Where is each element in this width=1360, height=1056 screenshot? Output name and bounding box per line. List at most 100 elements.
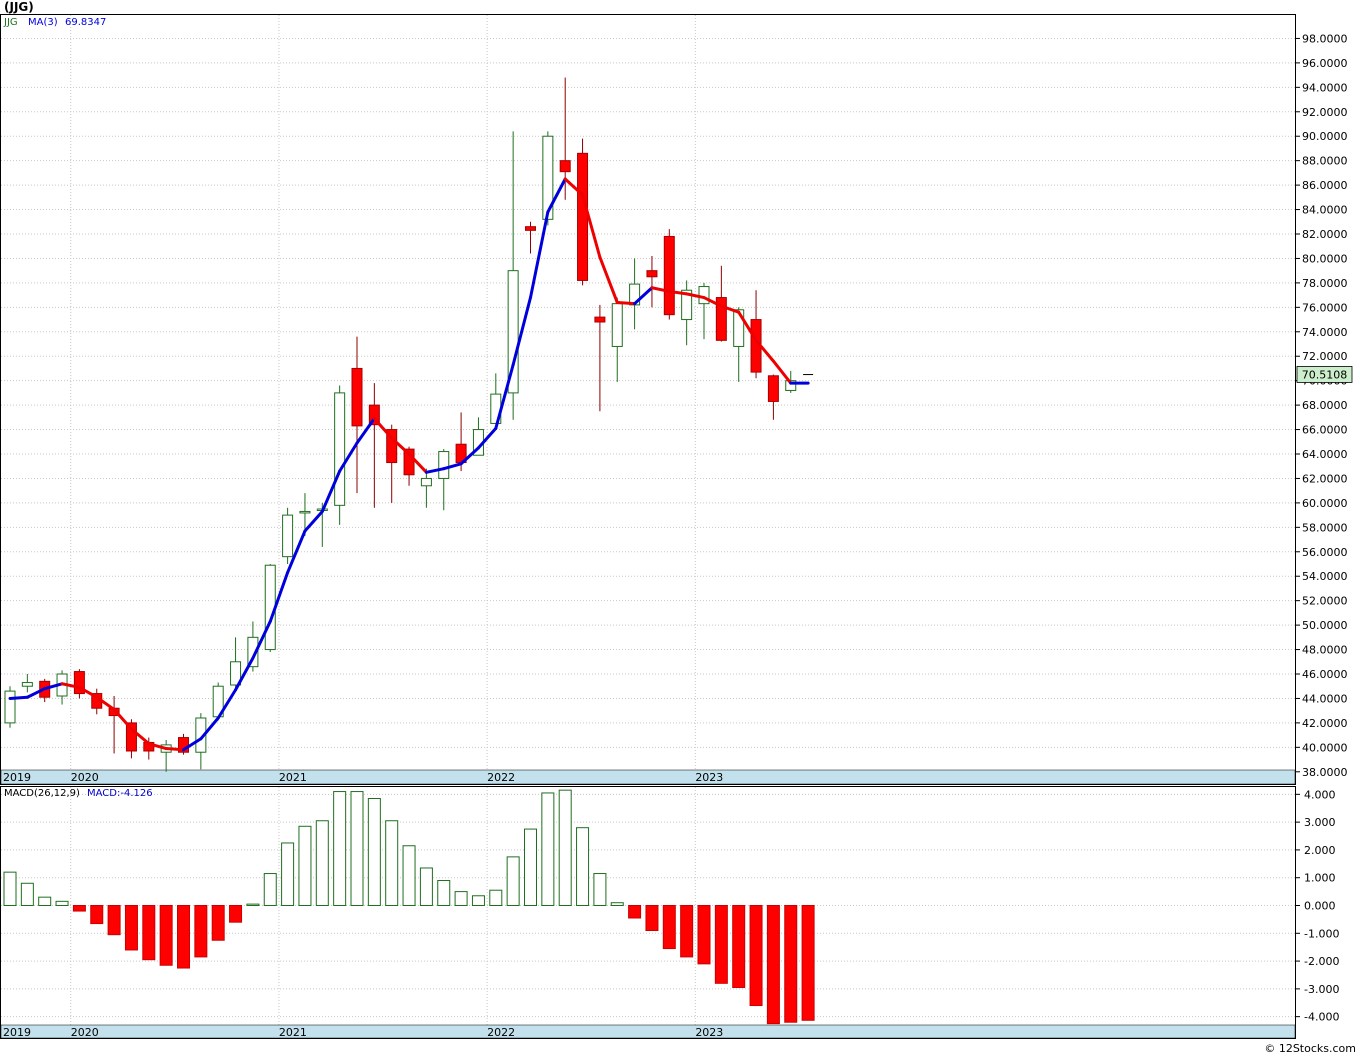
last-price-label: 70.5108	[1302, 368, 1348, 381]
legend-symbol: JJG	[3, 17, 18, 28]
price-tick-label: 88.0000	[1302, 155, 1348, 168]
macd-bar	[55, 900, 69, 907]
macd-bar	[593, 873, 607, 907]
price-year-label: 2020	[71, 771, 99, 784]
macd-bar	[697, 905, 711, 965]
macd-bar	[749, 905, 763, 1007]
macd-bar	[211, 905, 225, 941]
price-tick-label: 50.0000	[1302, 619, 1348, 632]
macd-bar	[541, 792, 555, 907]
price-tick-label: 38.0000	[1302, 766, 1348, 779]
candle-body	[4, 690, 16, 724]
macd-bar	[385, 820, 399, 906]
price-tick-label: 96.0000	[1302, 57, 1348, 70]
macd-bar	[732, 905, 746, 988]
ma-segment	[615, 300, 637, 306]
macd-bar	[20, 882, 34, 907]
candle-body	[420, 477, 432, 487]
macd-bar	[454, 891, 468, 907]
price-tick-label: 68.0000	[1302, 399, 1348, 412]
macd-bar	[124, 905, 138, 951]
macd-bar	[558, 789, 572, 906]
candle-body	[663, 235, 675, 316]
price-date-band	[0, 769, 1296, 785]
macd-bar	[784, 905, 798, 1023]
macd-year-label: 2022	[487, 1026, 515, 1039]
price-year-label: 2022	[487, 771, 515, 784]
macd-bar	[714, 905, 728, 984]
price-tick-label: 74.0000	[1302, 326, 1348, 339]
macd-bar	[402, 845, 416, 906]
candle-body	[767, 375, 779, 402]
macd-bar	[471, 895, 485, 906]
macd-tick-label: 0.000	[1304, 900, 1336, 913]
macd-bar	[229, 905, 243, 923]
candle-body	[559, 160, 571, 173]
macd-bar	[419, 867, 433, 906]
macd-bar	[142, 905, 156, 961]
macd-bar	[281, 842, 295, 907]
macd-bar	[680, 905, 694, 958]
macd-panel: 4.000 3.000 2.000 1.000 0.000 -1.000 -2.000 -3.…	[0, 786, 1339, 1039]
candle-body	[594, 316, 606, 323]
candle-body	[698, 286, 710, 305]
macd-date-band	[0, 1024, 1296, 1039]
price-tick-label: 44.0000	[1302, 692, 1348, 705]
macd-tick-label: 1.000	[1304, 872, 1336, 885]
price-tick-label: 52.0000	[1302, 595, 1348, 608]
price-panel: 38.0000 40.0000 42.0000 44.0000 46.0000 48.00…	[0, 14, 1353, 785]
macd-year-label: 2020	[71, 1026, 99, 1039]
macd-bar	[524, 828, 537, 906]
macd-bar	[628, 905, 642, 919]
candle-body	[525, 226, 536, 231]
price-tick-label: 72.0000	[1302, 350, 1348, 363]
candle	[4, 686, 16, 728]
macd-bar	[107, 905, 121, 936]
price-tick-label: 98.0000	[1302, 32, 1348, 45]
price-tick-label: 58.0000	[1302, 521, 1348, 534]
macd-bar	[177, 905, 190, 969]
candle-body	[21, 682, 33, 687]
price-year-label: 2021	[279, 771, 307, 784]
candle	[282, 507, 294, 564]
macd-tick-label: -4.000	[1304, 1011, 1339, 1024]
price-tick-label: 56.0000	[1302, 546, 1348, 559]
candle-body	[299, 510, 311, 514]
price-tick-label: 86.0000	[1302, 179, 1348, 192]
price-tick-label: 64.0000	[1302, 448, 1348, 461]
macd-tick-label: -2.000	[1304, 955, 1339, 968]
macd-bar	[766, 905, 780, 1025]
macd-bar	[246, 903, 260, 907]
macd-tick-label: -1.000	[1304, 927, 1339, 940]
price-year-label: 2019	[3, 771, 31, 784]
candle-body	[646, 270, 658, 278]
macd-bar	[801, 905, 815, 1021]
site-credit: © 12Stocks.com	[1264, 1042, 1356, 1055]
macd-bar	[576, 827, 590, 906]
candle-body	[577, 152, 589, 281]
price-tick-label: 82.0000	[1302, 228, 1348, 241]
macd-bar	[489, 889, 503, 906]
macd-legend-value: MACD:-4.126	[87, 788, 153, 799]
macd-bar	[90, 905, 104, 925]
price-tick-label: 92.0000	[1302, 106, 1348, 119]
candle-body	[438, 451, 450, 479]
price-tick-label: 48.0000	[1302, 644, 1348, 657]
candle-body	[282, 514, 294, 558]
price-tick-label: 62.0000	[1302, 472, 1348, 485]
price-year-label: 2023	[695, 771, 723, 784]
macd-bar	[3, 871, 17, 907]
macd-year-label: 2019	[3, 1026, 31, 1039]
macd-tick-label: -3.000	[1304, 983, 1339, 996]
candle	[73, 669, 85, 699]
macd-bar	[72, 905, 86, 912]
candle-body	[611, 303, 623, 347]
price-tick-label: 90.0000	[1302, 130, 1348, 143]
price-tick-label: 40.0000	[1302, 741, 1348, 754]
price-tick-label: 42.0000	[1302, 717, 1348, 730]
macd-legend-label: MACD(26,12,9)	[4, 788, 80, 799]
macd-bar	[610, 902, 624, 907]
macd-bar	[350, 791, 364, 907]
price-tick-label: 46.0000	[1302, 668, 1348, 681]
ma-segment	[164, 747, 185, 752]
